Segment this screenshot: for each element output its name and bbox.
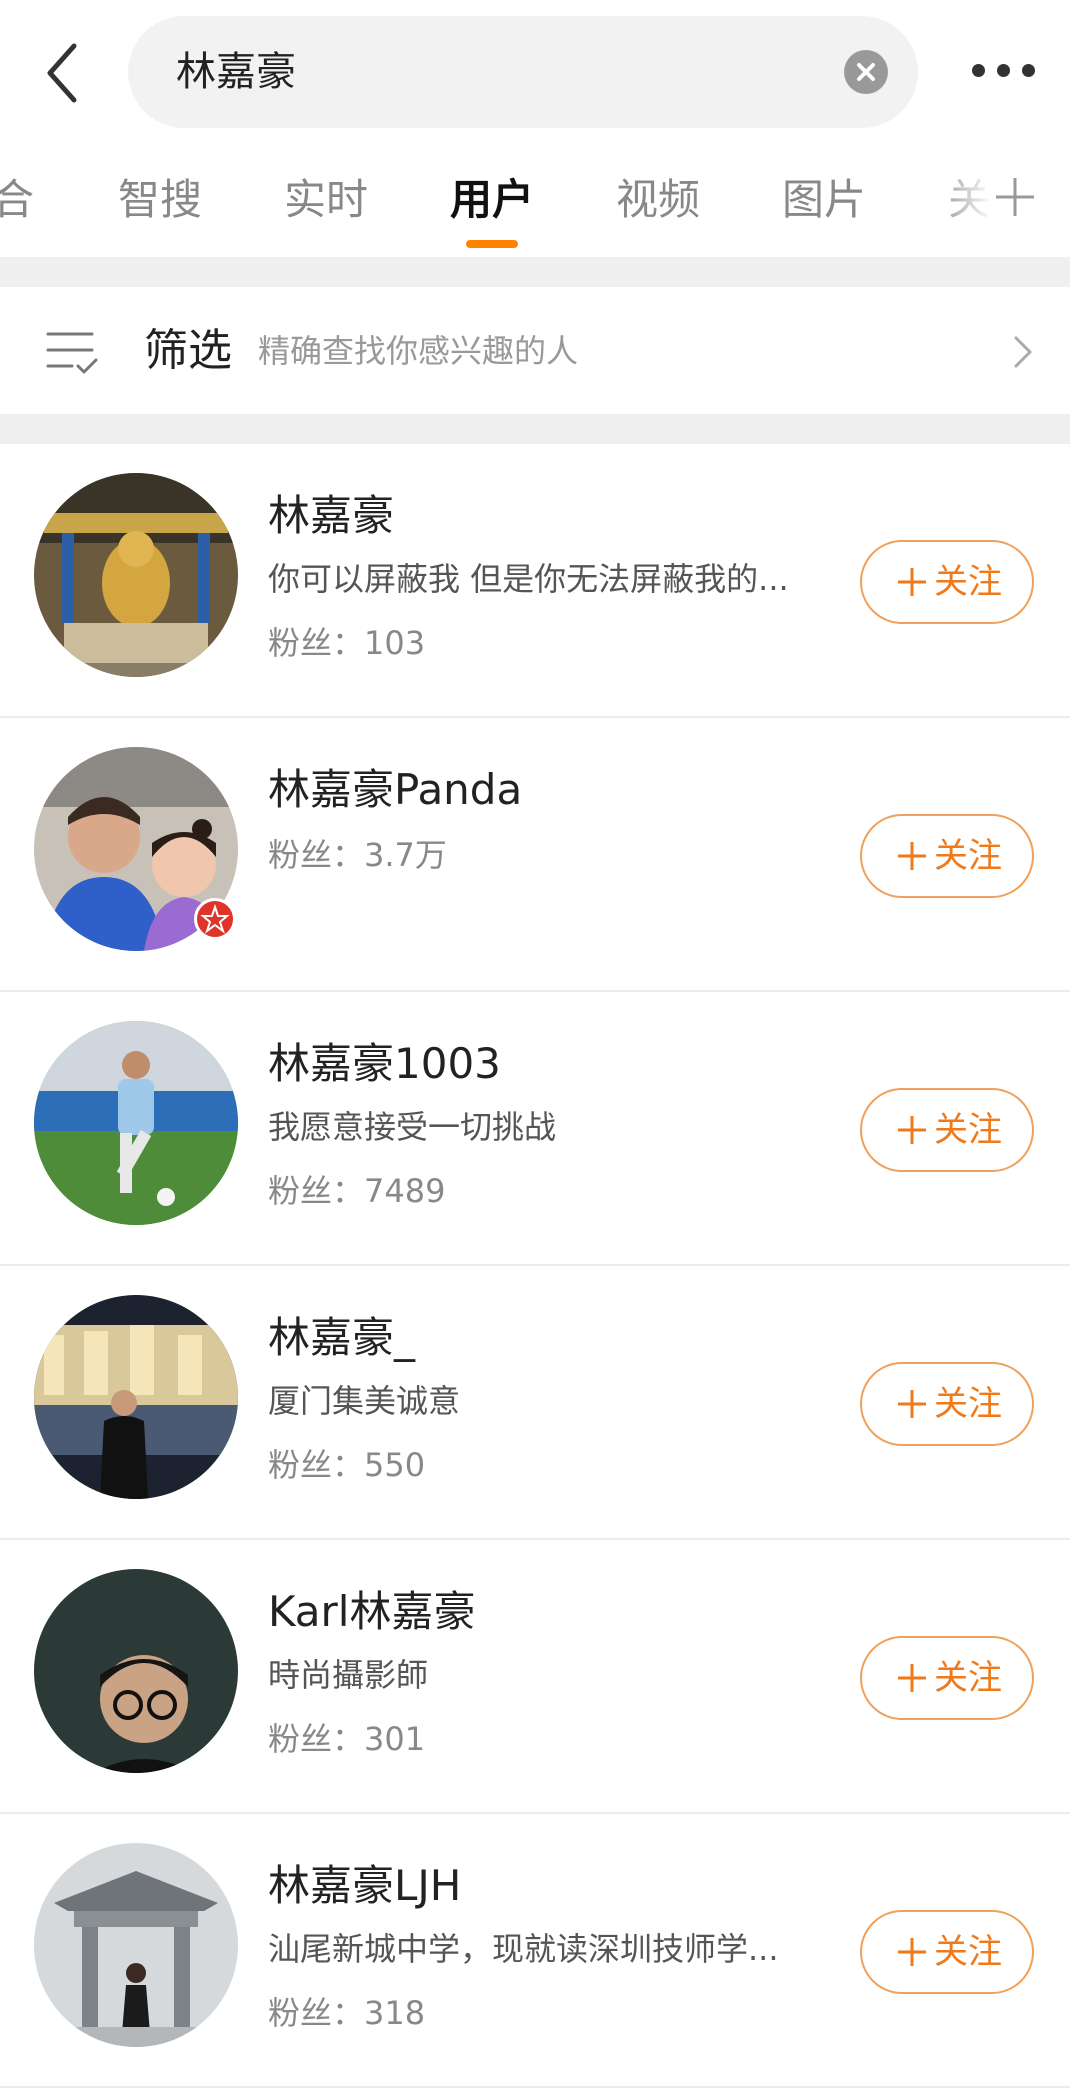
- section-divider: [0, 414, 1070, 444]
- fans-count: 301: [364, 1720, 426, 1758]
- user-name[interactable]: 林嘉豪_: [268, 1304, 415, 1365]
- tab-comprehensive[interactable]: 合: [0, 166, 34, 227]
- temple-statue-photo-icon[interactable]: [34, 473, 238, 677]
- follow-button[interactable]: 关注: [860, 1362, 1034, 1446]
- plus-icon: [898, 1664, 926, 1692]
- filter-subtitle: 精确查找你感兴趣的人: [258, 332, 579, 370]
- fans-count: 318: [364, 1994, 426, 2032]
- user-row[interactable]: 林嘉豪 你可以屏蔽我 但是你无法屏蔽我的... 粉丝：103 关注: [0, 444, 1070, 718]
- user-fans: 粉丝：103: [268, 618, 425, 664]
- follow-label: 关注: [934, 836, 1002, 876]
- search-tabs: 合 智搜 实时 用户 视频 图片 关: [0, 140, 1070, 257]
- tab-smart-search[interactable]: 智搜: [118, 166, 202, 227]
- plus-icon: [898, 1116, 926, 1144]
- fans-count: 103: [364, 624, 426, 662]
- plus-icon: [898, 1938, 926, 1966]
- follow-button[interactable]: 关注: [860, 1636, 1034, 1720]
- user-bio: 我愿意接受一切挑战: [268, 1108, 557, 1146]
- add-tab-icon[interactable]: [990, 172, 1040, 222]
- plus-icon: [898, 1390, 926, 1418]
- user-bio: 厦门集美诚意: [268, 1382, 461, 1420]
- football-player-photo-icon[interactable]: [34, 1021, 238, 1225]
- user-row[interactable]: 林嘉豪1003 我愿意接受一切挑战 粉丝：7489 关注: [0, 992, 1070, 1266]
- user-fans: 粉丝：550: [268, 1440, 425, 1486]
- fans-label: 粉丝：: [268, 1172, 365, 1210]
- back-arrow-icon[interactable]: [40, 38, 90, 108]
- user-fans: 粉丝：301: [268, 1714, 425, 1760]
- user-name[interactable]: Karl林嘉豪: [268, 1578, 475, 1639]
- search-input[interactable]: 林嘉豪: [128, 16, 918, 128]
- portrait-glasses-photo-icon[interactable]: [34, 1569, 238, 1773]
- follow-button[interactable]: 关注: [860, 1088, 1034, 1172]
- plus-icon: [898, 842, 926, 870]
- user-bio: 時尚攝影師: [268, 1656, 429, 1694]
- more-options-icon[interactable]: [966, 40, 1046, 100]
- follow-button[interactable]: 关注: [860, 1910, 1034, 1994]
- user-name[interactable]: 林嘉豪Panda: [268, 756, 522, 817]
- follow-label: 关注: [934, 562, 1002, 602]
- fans-label: 粉丝：: [268, 1446, 365, 1484]
- search-query-text: 林嘉豪: [176, 49, 296, 95]
- follow-label: 关注: [934, 1384, 1002, 1424]
- chevron-right-icon: [1008, 332, 1038, 372]
- filter-title: 筛选: [144, 325, 232, 376]
- filter-list-icon: [44, 324, 100, 380]
- follow-button[interactable]: 关注: [860, 814, 1034, 898]
- user-bio: 汕尾新城中学，现就读深圳技师学...: [268, 1930, 779, 1968]
- user-row[interactable]: 林嘉豪_ 厦门集美诚意 粉丝：550 关注: [0, 1266, 1070, 1540]
- follow-label: 关注: [934, 1658, 1002, 1698]
- tab-videos[interactable]: 视频: [616, 166, 700, 227]
- fans-count: 550: [364, 1446, 426, 1484]
- fans-count: 3.7万: [364, 836, 447, 874]
- plus-icon: [898, 568, 926, 596]
- user-name[interactable]: 林嘉豪1003: [268, 1030, 501, 1091]
- pavilion-snow-photo-icon[interactable]: [34, 1843, 238, 2047]
- user-fans: 粉丝：318: [268, 1988, 425, 2034]
- fans-count: 7489: [364, 1172, 446, 1210]
- fans-label: 粉丝：: [268, 1720, 365, 1758]
- filter-row[interactable]: 筛选 精确查找你感兴趣的人: [0, 288, 1070, 414]
- follow-button[interactable]: 关注: [860, 540, 1034, 624]
- user-bio: 你可以屏蔽我 但是你无法屏蔽我的...: [268, 560, 789, 598]
- active-tab-indicator: [466, 240, 518, 248]
- user-name[interactable]: 林嘉豪: [268, 482, 394, 543]
- night-building-photo-icon[interactable]: [34, 1295, 238, 1499]
- user-fans: 粉丝：7489: [268, 1166, 445, 1212]
- tab-images[interactable]: 图片: [782, 166, 866, 227]
- user-fans: 粉丝：3.7万: [268, 830, 447, 876]
- follow-label: 关注: [934, 1932, 1002, 1972]
- user-row[interactable]: 林嘉豪Panda 粉丝：3.7万 关注: [0, 718, 1070, 992]
- fans-label: 粉丝：: [268, 836, 365, 874]
- user-name[interactable]: 林嘉豪LJH: [268, 1852, 461, 1913]
- user-list: 林嘉豪 你可以屏蔽我 但是你无法屏蔽我的... 粉丝：103 关注 林嘉豪Pan…: [0, 444, 1070, 2088]
- top-bar: 林嘉豪: [0, 0, 1070, 140]
- user-row[interactable]: Karl林嘉豪 時尚攝影師 粉丝：301 关注: [0, 1540, 1070, 1814]
- clear-search-icon[interactable]: [844, 50, 888, 94]
- tab-realtime[interactable]: 实时: [284, 166, 368, 227]
- follow-label: 关注: [934, 1110, 1002, 1150]
- tab-users[interactable]: 用户: [450, 166, 534, 227]
- fans-label: 粉丝：: [268, 624, 365, 662]
- user-row[interactable]: 林嘉豪LJH 汕尾新城中学，现就读深圳技师学... 粉丝：318 关注: [0, 1814, 1070, 2088]
- section-divider: [0, 257, 1070, 287]
- fans-label: 粉丝：: [268, 1994, 365, 2032]
- verified-badge-icon: [194, 898, 236, 940]
